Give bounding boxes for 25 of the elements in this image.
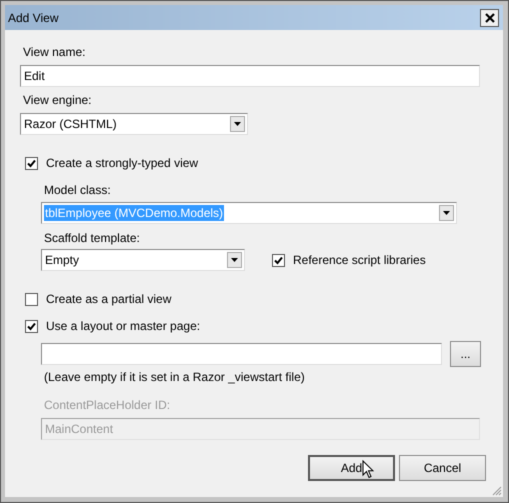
reference-scripts-checkbox[interactable]: Reference script libraries [272, 252, 426, 268]
add-button[interactable]: Add [308, 455, 395, 481]
strongly-typed-checkbox[interactable]: Create a strongly-typed view [25, 155, 198, 171]
checkmark-icon [274, 256, 283, 264]
scaffold-template-dropdown[interactable]: Empty [41, 249, 245, 271]
close-icon [484, 12, 494, 22]
field-label: View name: [23, 45, 86, 60]
field-label: ContentPlaceHolder ID: [44, 398, 170, 413]
resize-grip-icon[interactable] [490, 484, 502, 496]
use-layout-checkbox[interactable]: Use a layout or master page: [25, 318, 200, 334]
layout-path-field[interactable] [41, 343, 442, 365]
cancel-button[interactable]: Cancel [399, 455, 486, 481]
checkmark-icon [27, 158, 36, 168]
field-label: Model class: [44, 183, 111, 198]
view-name-field[interactable]: Edit [20, 65, 480, 87]
field-label: View engine: [23, 93, 92, 108]
mouse-cursor-icon [362, 460, 374, 479]
view-engine-dropdown[interactable]: Razor (CSHTML) [20, 113, 248, 135]
close-button[interactable] [480, 8, 499, 26]
partial-view-checkbox[interactable]: Create as a partial view [25, 291, 172, 307]
layout-hint: (Leave empty if it is set in a Razor _viewstart file) [44, 370, 305, 385]
browse-button[interactable]: ... [450, 341, 481, 367]
checkmark-icon [27, 322, 36, 330]
field-label: Scaffold template: [44, 231, 140, 246]
window-title: Add View [8, 10, 58, 24]
